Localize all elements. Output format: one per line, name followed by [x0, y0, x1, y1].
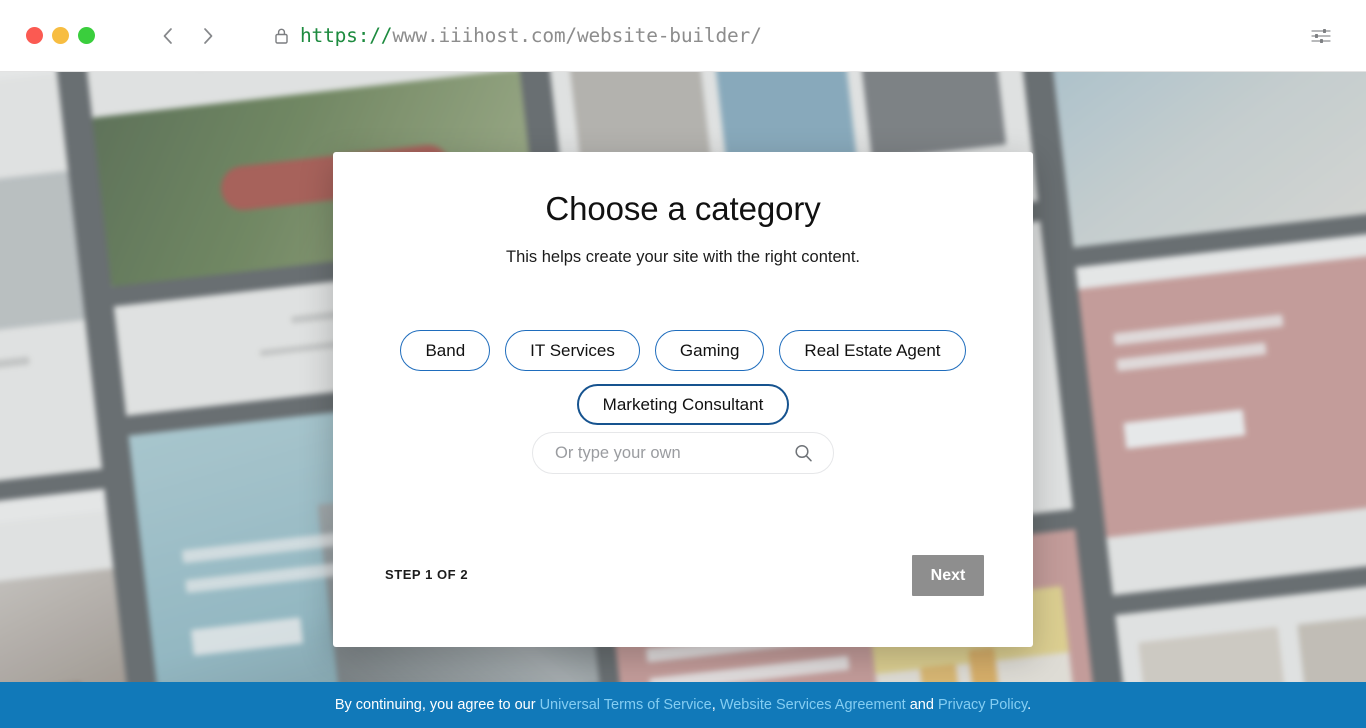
forward-button[interactable] — [195, 23, 221, 49]
category-chip-band[interactable]: Band — [400, 330, 491, 371]
search-icon[interactable] — [794, 444, 813, 463]
browser-chrome: https://www.iiihost.com/website-builder/ — [0, 0, 1366, 72]
consent-separator-1: , — [711, 697, 720, 713]
url-text: https://www.iiihost.com/website-builder/ — [300, 24, 762, 47]
browser-navigation — [155, 23, 221, 49]
modal-subtitle: This helps create your site with the rig… — [505, 248, 860, 266]
browser-toolbar-right — [1306, 21, 1336, 51]
consent-separator-2: and — [905, 697, 938, 713]
next-button[interactable]: Next — [912, 555, 984, 596]
back-button[interactable] — [155, 23, 181, 49]
privacy-policy-link[interactable]: Privacy Policy — [938, 697, 1027, 713]
url-scheme: https:// — [300, 24, 393, 47]
category-search-row — [333, 432, 1033, 474]
page-viewport: Choose a category This helps create your… — [0, 72, 1366, 728]
close-window-button[interactable] — [26, 27, 43, 44]
category-search-box[interactable] — [532, 432, 834, 474]
window-traffic-lights — [26, 27, 95, 44]
category-chip-gaming[interactable]: Gaming — [654, 330, 765, 371]
lock-icon — [273, 26, 290, 46]
category-chip-list: Band IT Services Gaming Real Estate Agen… — [373, 330, 993, 425]
category-chip-it-services[interactable]: IT Services — [505, 330, 640, 371]
website-services-agreement-link[interactable]: Website Services Agreement — [720, 697, 906, 713]
consent-banner: By continuing, you agree to our Universa… — [0, 682, 1366, 728]
search-input[interactable] — [533, 433, 833, 473]
url-host-path: www.iiihost.com/website-builder/ — [392, 24, 762, 47]
consent-suffix: . — [1027, 697, 1032, 713]
universal-terms-link[interactable]: Universal Terms of Service — [540, 697, 712, 713]
address-bar[interactable]: https://www.iiihost.com/website-builder/ — [273, 24, 1306, 47]
category-modal: Choose a category This helps create your… — [333, 152, 1033, 647]
chevron-left-icon — [163, 27, 172, 44]
minimize-window-button[interactable] — [52, 27, 69, 44]
chevron-right-icon — [204, 27, 213, 44]
consent-prefix: By continuing, you agree to our — [334, 697, 540, 713]
settings-button[interactable] — [1306, 21, 1336, 51]
category-chip-real-estate-agent[interactable]: Real Estate Agent — [779, 330, 966, 371]
maximize-window-button[interactable] — [78, 27, 95, 44]
category-chip-marketing-consultant[interactable]: Marketing Consultant — [576, 384, 790, 425]
sliders-icon — [1311, 28, 1331, 43]
consent-text: By continuing, you agree to our Universa… — [335, 697, 1031, 713]
page-title: Choose a category — [545, 190, 821, 227]
step-indicator: STEP 1 OF 2 — [385, 567, 469, 582]
